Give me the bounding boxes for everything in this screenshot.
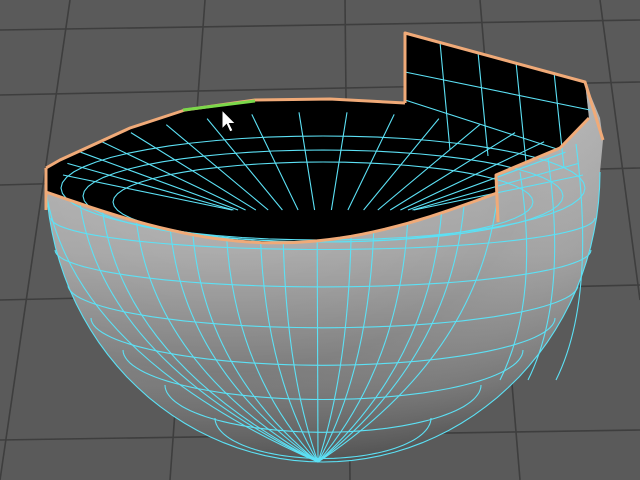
perspective-viewport[interactable] [0,0,640,480]
hemisphere-mesh[interactable] [44,31,605,463]
viewport-canvas[interactable] [0,0,640,480]
grid-line [599,0,640,301]
grid-line [0,19,640,31]
